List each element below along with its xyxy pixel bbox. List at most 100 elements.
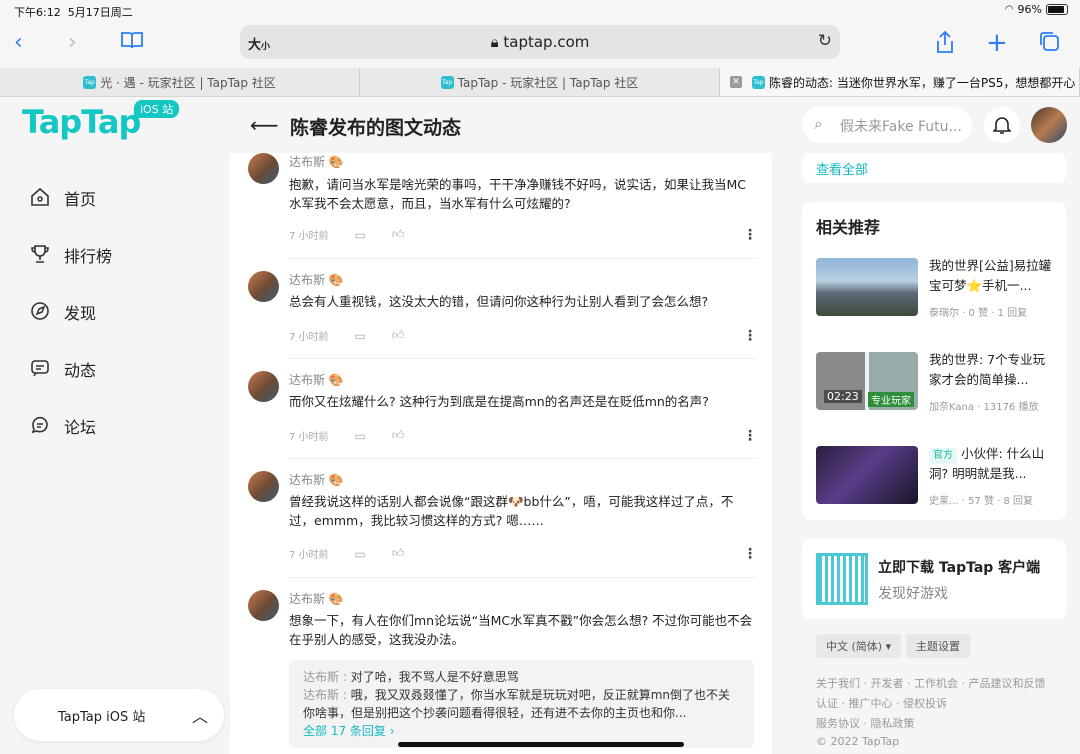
close-tab-icon[interactable]: ✕	[730, 76, 742, 88]
comment-username[interactable]: 达布斯 🎨	[289, 471, 344, 488]
forward-icon[interactable]: ›	[68, 30, 77, 56]
copyright: © 2022 TapTap	[816, 735, 900, 748]
download-title: 立即下载 TapTap 客户端	[878, 560, 1041, 576]
taptap-logo[interactable]: TapTap	[22, 103, 141, 141]
recommendation-meta: 加奈Kana · 13176 播放	[929, 402, 1039, 413]
ios-site-badge: iOS 站	[134, 100, 180, 118]
lock-icon: 🔒︎	[490, 33, 499, 51]
recommendation-item[interactable]: 官方 小伙伴: 什么山洞? 明明就是我... 史莱... · 57 赞 · 8 回…	[816, 446, 1052, 507]
more-options-icon[interactable]: ⋮	[743, 328, 757, 344]
nav-item-home[interactable]: 首页	[28, 183, 96, 213]
bookmarks-icon[interactable]	[120, 30, 144, 58]
nav-item-discover[interactable]: 发现	[28, 297, 96, 327]
back-icon[interactable]: ‹	[14, 30, 23, 56]
avatar[interactable]	[248, 271, 279, 302]
status-bar: 下午6:12 5月17日周二 ◠ 96%	[0, 0, 1080, 22]
video-duration: 02:23	[824, 390, 862, 403]
browser-tab[interactable]: Tap TapTap - 玩家社区 | TapTap 社区	[360, 68, 720, 96]
all-replies-link[interactable]: 全部 17 条回复 ›	[303, 722, 740, 740]
chevron-up-icon[interactable]: ︿	[192, 703, 208, 727]
comment-meta: 7 小时前 ▭ 👍︎ ⋮	[289, 428, 757, 444]
video-overlay-label: 专业玩家	[868, 392, 914, 407]
browser-tab[interactable]: Tap 光 · 遇 - 玩家社区 | TapTap 社区	[0, 68, 360, 96]
back-arrow-icon[interactable]: ⟵	[250, 113, 279, 137]
battery-icon	[1046, 4, 1068, 15]
recommendation-title: 我的世界: 7个专业玩家才会的简单操...	[929, 352, 1046, 387]
ios-site-card[interactable]: TapTap iOS 站 ︿	[14, 689, 224, 741]
reply-icon[interactable]: ▭	[355, 429, 366, 443]
taptap-favicon-icon: Tap	[752, 75, 765, 89]
video-thumbnail: 02:23 专业玩家	[816, 352, 918, 410]
comment-username[interactable]: 达布斯 🎨	[289, 590, 344, 607]
comment-time: 7 小时前	[289, 432, 329, 443]
tabs-overview-icon[interactable]	[1038, 30, 1060, 59]
wifi-icon: ◠	[1004, 4, 1014, 15]
comment-text: 想象一下，有人在你们mn论坛说“当MC水军真不戳”你会怎么想? 不过你可能也不会…	[289, 613, 753, 647]
more-options-icon[interactable]: ⋮	[743, 428, 757, 444]
divider	[289, 458, 757, 459]
nav-item-feed[interactable]: 动态	[28, 354, 96, 384]
recommendation-item[interactable]: 02:23 专业玩家 我的世界: 7个专业玩家才会的简单操... 加奈Kana …	[816, 352, 1052, 413]
share-icon[interactable]	[934, 30, 956, 60]
like-icon[interactable]: 👍︎	[392, 546, 405, 561]
user-avatar[interactable]	[1031, 107, 1067, 143]
avatar[interactable]	[248, 153, 279, 184]
comment-username[interactable]: 达布斯 🎨	[289, 271, 344, 288]
related-card-top: 查看全部	[802, 153, 1066, 183]
reply-icon[interactable]: ▭	[355, 547, 366, 561]
status-right: ◠ 96%	[1005, 3, 1068, 16]
battery-percent: 96%	[1017, 3, 1042, 16]
recommendation-title: 我的世界[公益]易拉罐宝可梦⭐手机一...	[929, 258, 1052, 293]
address-bar[interactable]: 大小 🔒︎ taptap.com ↻	[240, 25, 840, 59]
new-tab-icon[interactable]: +	[986, 30, 1008, 56]
comment-text: 抱歉，请问当水军是啥光荣的事吗，干干净净赚钱不好吗，说实话，如果让我当MC水军我…	[289, 177, 747, 211]
url-text[interactable]: 🔒︎ taptap.com	[240, 33, 840, 51]
comment-text: 曾经我说这样的话别人都会说像“跟这群🐶bb什么”，唔，可能我这样过了点，不过，e…	[289, 494, 734, 528]
browser-tab-active[interactable]: ✕ Tap 陈睿的动态: 当迷你世界水军，赚了一台PS5，想想都开心 |...	[720, 68, 1080, 96]
video-thumbnail	[816, 258, 918, 316]
theme-settings-button[interactable]: 主题设置	[906, 634, 970, 658]
reply-preview[interactable]: 达布斯 : 对了哈，我不骂人是不好意思骂 达布斯 : 哦，我又双叒叕懂了，你当水…	[289, 660, 754, 748]
view-all-link[interactable]: 查看全部	[816, 159, 868, 178]
notification-bell-icon[interactable]	[984, 107, 1020, 143]
footer-links[interactable]: 关于我们 · 开发者 · 工作机会 · 产品建议和反馈	[816, 675, 1045, 691]
video-thumbnail	[816, 446, 918, 504]
download-card[interactable]: 立即下载 TapTap 客户端 发现好游戏	[802, 539, 1066, 619]
footer-links[interactable]: 服务协议 · 隐私政策	[816, 715, 915, 731]
search-input[interactable]: ⌕ 假未来Fake Futu...	[802, 107, 972, 143]
feed-icon	[28, 357, 52, 381]
official-tag: 官方	[929, 448, 957, 464]
nav-item-forum[interactable]: 论坛	[28, 411, 96, 441]
more-options-icon[interactable]: ⋮	[743, 546, 757, 562]
avatar[interactable]	[248, 471, 279, 502]
comment-text: 总会有人重视钱，这没太大的错，但请问你这种行为让别人看到了会怎么想?	[289, 294, 709, 309]
comment-meta: 7 小时前 ▭ 👍︎ ⋮	[289, 546, 757, 562]
avatar[interactable]	[248, 371, 279, 402]
like-icon[interactable]: 👍︎	[392, 328, 405, 343]
recommendation-meta: 史莱... · 57 赞 · 8 回复	[929, 496, 1034, 507]
trophy-icon	[28, 243, 52, 267]
language-select[interactable]: 中文 (简体) ▾	[816, 634, 902, 658]
avatar[interactable]	[248, 590, 279, 621]
download-subtitle: 发现好游戏	[878, 586, 948, 602]
reload-icon[interactable]: ↻	[818, 31, 832, 51]
footer-links[interactable]: 认证 · 推广中心 · 侵权投诉	[816, 695, 947, 711]
recommendations-title: 相关推荐	[816, 218, 881, 237]
comment-username[interactable]: 达布斯 🎨	[289, 371, 344, 388]
left-sidebar: TapTap iOS 站 首页 排行榜 发现 动态 论坛 TapTap iOS …	[0, 97, 240, 754]
discover-icon	[28, 300, 52, 324]
comment-list: 达布斯 🎨 抱歉，请问当水军是啥光荣的事吗，干干净净赚钱不好吗，说实话，如果让我…	[230, 153, 772, 754]
browser-toolbar: ‹ › 大小 🔒︎ taptap.com ↻ +	[0, 22, 1080, 68]
browser-tabs: Tap 光 · 遇 - 玩家社区 | TapTap 社区 Tap TapTap - …	[0, 68, 1080, 97]
reply-icon[interactable]: ▭	[355, 228, 366, 242]
nav-item-rankings[interactable]: 排行榜	[28, 240, 112, 270]
like-icon[interactable]: 👍︎	[392, 428, 405, 443]
search-icon: ⌕	[814, 114, 823, 133]
like-icon[interactable]: 👍︎	[392, 227, 405, 242]
more-options-icon[interactable]: ⋮	[743, 227, 757, 243]
recommendation-item[interactable]: 我的世界[公益]易拉罐宝可梦⭐手机一... 泰瑞尔 · 0 赞 · 1 回复	[816, 258, 1052, 319]
comment-username[interactable]: 达布斯 🎨	[289, 153, 344, 170]
home-indicator	[398, 742, 684, 747]
right-column: ⌕ 假未来Fake Futu... 查看全部 相关推荐 我的世界[公益]易拉罐宝…	[772, 97, 1080, 754]
reply-icon[interactable]: ▭	[355, 329, 366, 343]
